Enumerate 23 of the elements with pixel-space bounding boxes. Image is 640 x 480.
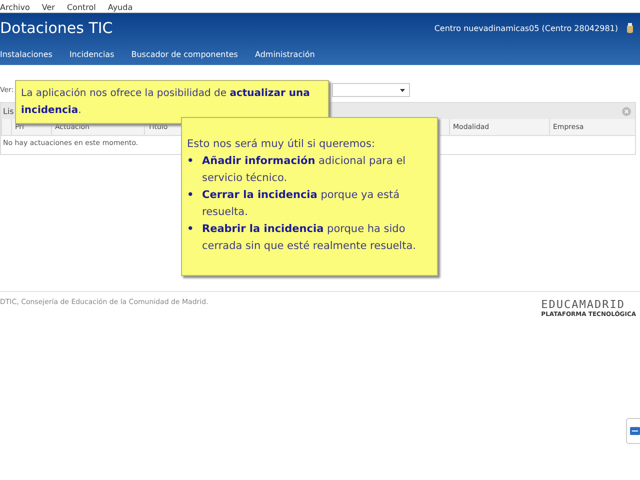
nav-link[interactable]: Instalaciones [0, 50, 52, 58]
bullet-text: Reabrir la incidencia porque ha sido cerrada sin que esté realmente resuelta. [202, 222, 417, 254]
bullet-marker: • [187, 154, 195, 169]
nav-link[interactable]: Incidencias [69, 50, 114, 58]
bullet-text: Añadir información adicional para el servicio técnico. [202, 154, 407, 186]
app-title: Dotaciones TIC [0, 19, 113, 37]
side-tab[interactable] [626, 418, 640, 444]
bullet-marker: • [187, 222, 195, 237]
close-icon[interactable] [622, 106, 631, 116]
callout-intro: Esto nos será muy útil si queremos: [187, 137, 376, 152]
menu-item[interactable]: Ver [42, 4, 55, 12]
menu-item[interactable]: Ayuda [108, 4, 133, 12]
nav-link[interactable]: Administración [254, 50, 315, 58]
filter-select[interactable] [332, 83, 410, 97]
menu-item[interactable]: Control [66, 4, 96, 12]
menu-item[interactable]: Archivo [0, 4, 30, 12]
bullet-marker: • [187, 188, 195, 203]
caret-icon [400, 88, 405, 92]
callout-text: La aplicación nos ofrece la posibilidad de actualizar una incidencia. [21, 87, 311, 118]
bullet-text: Cerrar la incidencia porque ya está resuelta. [202, 188, 401, 220]
panel-title: Lis [3, 106, 14, 116]
nav-link[interactable]: Buscador de componentes [131, 50, 238, 58]
center-name: Centro nuevadinamicas05 (Centro 28042981) [434, 24, 618, 32]
